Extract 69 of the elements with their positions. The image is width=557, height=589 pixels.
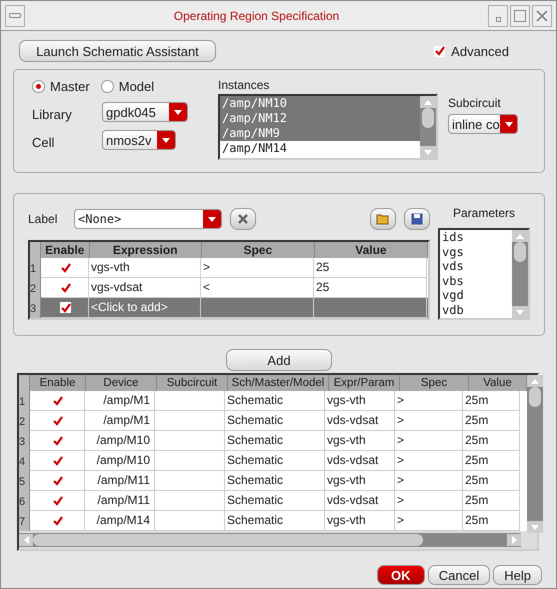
list-item[interactable]: vgd: [440, 288, 512, 302]
vertical-scrollbar[interactable]: [420, 96, 436, 158]
cell-dropdown[interactable]: nmos2v: [102, 130, 176, 150]
vertical-scrollbar[interactable]: [512, 230, 528, 318]
header-corner: [19, 375, 30, 391]
folder-icon: [376, 213, 390, 225]
table-cell: <Click to add>: [89, 298, 201, 318]
dialog-button[interactable]: Help: [493, 565, 542, 585]
save-icon: [411, 213, 423, 225]
close-icon: [237, 213, 249, 225]
checkbox-label: Advanced: [451, 44, 509, 58]
row-number: 1: [30, 258, 41, 278]
header-corner: [30, 242, 41, 258]
row-number: 1: [19, 391, 30, 411]
list-item[interactable]: vbs: [440, 274, 512, 288]
section-label: Instances: [218, 78, 270, 94]
table-cell: 25m: [463, 511, 520, 531]
section-label: Subcircuit: [448, 96, 502, 112]
field-label: Label: [28, 212, 58, 226]
radio-button[interactable]: [100, 80, 114, 92]
launch-schematic-assistant-button[interactable]: Launch Schematic Assistant: [19, 40, 216, 62]
table-cell: >: [395, 511, 463, 531]
section-label: Parameters: [452, 206, 516, 222]
list-item[interactable]: /amp/NM10: [220, 96, 420, 111]
scrollbar-thumb[interactable]: [33, 534, 423, 546]
radio-label: Master: [50, 78, 90, 94]
row-number: 7: [19, 511, 30, 531]
close-icon[interactable]: [532, 4, 552, 26]
table-cell: Schematic: [225, 511, 325, 531]
row-number: 3: [19, 431, 30, 451]
row-number: 3: [30, 298, 41, 318]
label-dropdown[interactable]: <None>: [74, 209, 222, 229]
field-label: Cell: [32, 134, 56, 150]
list-item[interactable]: /amp/NM9: [220, 126, 420, 141]
scrollbar-thumb[interactable]: [529, 387, 541, 407]
vertical-scrollbar[interactable]: [527, 375, 543, 533]
window-menu-icon[interactable]: [5, 4, 25, 26]
checkbox[interactable]: [60, 302, 71, 313]
list-item[interactable]: /amp/NM14: [220, 141, 420, 156]
table-cell: /amp/M14: [85, 511, 155, 531]
list-item[interactable]: vgs: [440, 244, 512, 259]
radio-button[interactable]: [32, 80, 45, 92]
list-item[interactable]: /amp/NM12: [220, 111, 420, 126]
row-number: 2: [30, 278, 41, 298]
row-number: 6: [19, 491, 30, 511]
dialog-button[interactable]: Cancel: [428, 565, 490, 585]
minimize-icon[interactable]: [488, 4, 508, 26]
maximize-icon[interactable]: [510, 4, 530, 26]
add-button[interactable]: Add: [226, 349, 332, 371]
scrollbar-thumb[interactable]: [422, 108, 434, 128]
row-number: 5: [19, 471, 30, 491]
subcircuit-dropdown[interactable]: inline co: [448, 114, 518, 134]
list-item[interactable]: ids: [440, 230, 512, 244]
open-folder-button[interactable]: [370, 208, 396, 230]
delete-button[interactable]: [230, 208, 256, 230]
library-dropdown[interactable]: gpdk045: [102, 102, 188, 122]
row-number: 2: [19, 411, 30, 431]
list-item[interactable]: vdb: [440, 302, 512, 317]
checkbox[interactable]: [434, 46, 446, 56]
table-cell: vgs-vth: [325, 511, 395, 531]
field-label: Library: [32, 106, 73, 122]
scrollbar-thumb[interactable]: [514, 242, 526, 262]
list-item[interactable]: vds: [440, 259, 512, 274]
row-number: 4: [19, 451, 30, 471]
dialog-button[interactable]: OK: [376, 565, 425, 585]
save-button[interactable]: [404, 208, 430, 230]
horizontal-scrollbar[interactable]: [19, 533, 521, 547]
window-title: Operating Region Specification: [172, 8, 340, 22]
radio-label: Model: [118, 78, 154, 94]
